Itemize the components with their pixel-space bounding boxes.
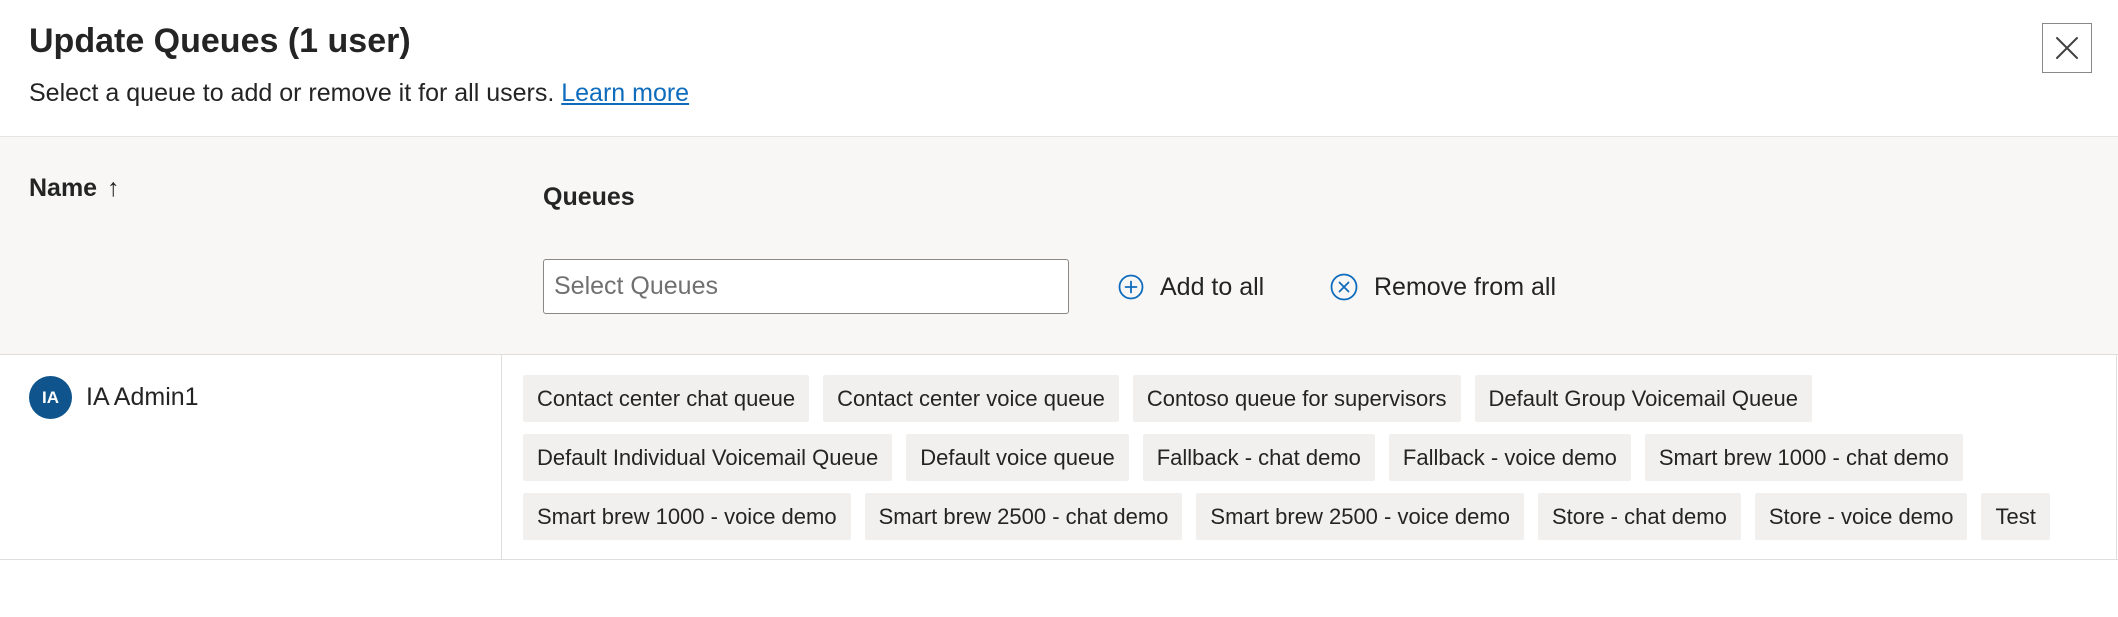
table-header xyxy=(0,136,2118,355)
close-button[interactable] xyxy=(2042,23,2092,73)
queue-tag[interactable]: Contact center chat queue xyxy=(523,375,810,422)
column-header-name[interactable]: Name ↑ xyxy=(29,174,120,203)
update-queues-dialog: Update Queues (1 user) Select a queue to… xyxy=(0,0,2118,617)
avatar: IA xyxy=(29,376,72,419)
queue-tag-list: Contact center chat queue Contact center… xyxy=(523,375,2083,540)
user-name: IA Admin1 xyxy=(86,383,199,411)
queue-tag[interactable]: Test xyxy=(1981,493,2050,540)
select-queues-input[interactable] xyxy=(543,259,1069,314)
arrow-up-icon: ↑ xyxy=(107,174,120,202)
queue-tag[interactable]: Contact center voice queue xyxy=(823,375,1119,422)
queue-tag[interactable]: Store - voice demo xyxy=(1754,493,1968,540)
user-cell: IA IA Admin1 xyxy=(29,376,199,419)
queue-tag[interactable]: Smart brew 1000 - chat demo xyxy=(1644,434,1963,481)
add-to-all-button[interactable]: Add to all xyxy=(1118,268,1264,306)
dismiss-circle-icon xyxy=(1330,273,1358,301)
dialog-subtitle: Select a queue to add or remove it for a… xyxy=(29,79,689,108)
dialog-subtitle-text: Select a queue to add or remove it for a… xyxy=(29,79,555,107)
queue-tag[interactable]: Default Group Voicemail Queue xyxy=(1474,375,1812,422)
dialog-title: Update Queues (1 user) xyxy=(29,22,411,60)
learn-more-link[interactable]: Learn more xyxy=(561,79,689,107)
add-to-all-label: Add to all xyxy=(1160,272,1265,301)
close-icon xyxy=(2056,37,2078,59)
queue-tag[interactable]: Fallback - voice demo xyxy=(1388,434,1631,481)
remove-from-all-label: Remove from all xyxy=(1374,272,1556,301)
queue-tag[interactable]: Default Individual Voicemail Queue xyxy=(523,434,893,481)
remove-from-all-button[interactable]: Remove from all xyxy=(1330,268,1556,306)
queue-tag[interactable]: Contoso queue for supervisors xyxy=(1132,375,1461,422)
queue-tag[interactable]: Smart brew 2500 - chat demo xyxy=(864,493,1183,540)
queue-tag[interactable]: Fallback - chat demo xyxy=(1142,434,1375,481)
queue-tag[interactable]: Default voice queue xyxy=(906,434,1129,481)
column-header-name-label: Name xyxy=(29,174,98,202)
queue-tag[interactable]: Smart brew 2500 - voice demo xyxy=(1196,493,1524,540)
add-circle-icon xyxy=(1118,274,1144,300)
queue-tag[interactable]: Smart brew 1000 - voice demo xyxy=(523,493,851,540)
column-divider xyxy=(501,355,502,560)
queue-tag[interactable]: Store - chat demo xyxy=(1537,493,1741,540)
column-header-queues: Queues xyxy=(543,183,635,211)
row-right-border xyxy=(2116,355,2117,560)
